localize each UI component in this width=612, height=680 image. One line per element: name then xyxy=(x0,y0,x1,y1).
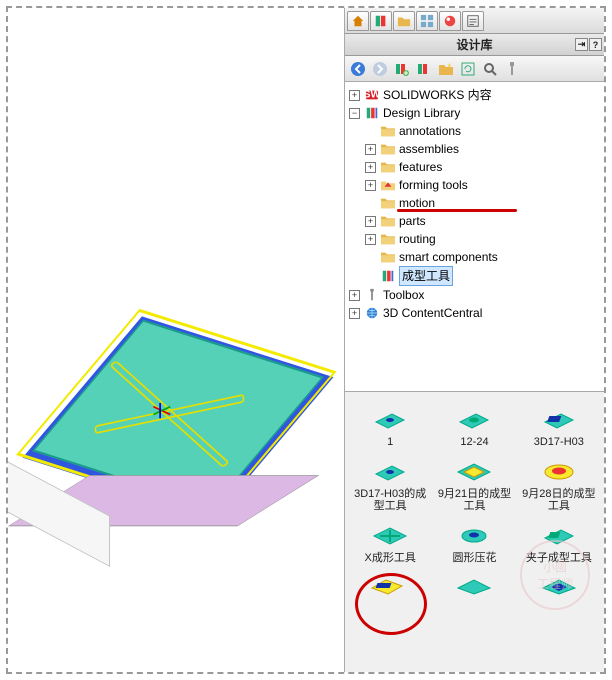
forward-button[interactable] xyxy=(371,60,389,78)
tree-node-annotations[interactable]: annotations xyxy=(347,122,602,140)
help-button[interactable]: ? xyxy=(589,38,602,51)
item-label: 9月21日的成型工具 xyxy=(435,488,513,512)
tree-node-assemblies[interactable]: +assemblies xyxy=(347,140,602,158)
item-thumb xyxy=(450,404,498,432)
folder-icon xyxy=(380,141,396,157)
library-item[interactable]: 圆形压花 xyxy=(433,518,515,566)
item-thumb xyxy=(535,404,583,432)
forming-icon xyxy=(380,177,396,193)
item-thumb xyxy=(535,572,583,600)
folder-icon xyxy=(380,123,396,139)
back-button[interactable] xyxy=(349,60,367,78)
tree-node-toolbox[interactable]: + Toolbox xyxy=(347,286,602,304)
library-item[interactable] xyxy=(433,570,515,606)
tree-node-solidworks-content[interactable]: + SW SOLIDWORKS 内容 xyxy=(347,86,602,104)
item-label: X成形工具 xyxy=(364,552,415,564)
item-label: 1 xyxy=(387,436,393,448)
tree-node-parts[interactable]: +parts xyxy=(347,212,602,230)
library-item[interactable]: 夹子成型工具 xyxy=(518,518,600,566)
tree-node-3dcc[interactable]: + 3D ContentCentral xyxy=(347,304,602,322)
tab-view-palette[interactable] xyxy=(416,11,438,31)
expand-icon[interactable]: + xyxy=(365,216,376,227)
item-label: 3D17-H03 xyxy=(534,436,584,448)
expand-icon[interactable]: + xyxy=(365,144,376,155)
tab-file-explorer[interactable] xyxy=(393,11,415,31)
library-toolbar xyxy=(345,56,604,82)
add-folder-button[interactable] xyxy=(415,60,433,78)
expand-icon[interactable]: + xyxy=(349,290,360,301)
tab-appearances[interactable] xyxy=(439,11,461,31)
item-label: 夹子成型工具 xyxy=(526,552,592,564)
expand-icon[interactable]: + xyxy=(365,234,376,245)
tree-node-routing[interactable]: +routing xyxy=(347,230,602,248)
tab-design-library[interactable] xyxy=(370,11,392,31)
item-thumb xyxy=(366,572,414,600)
library-icon xyxy=(380,268,396,284)
item-label: 圆形压花 xyxy=(452,552,496,564)
add-location-button[interactable] xyxy=(393,60,411,78)
item-label: 9月28日的成型工具 xyxy=(520,488,598,512)
item-thumb xyxy=(366,520,414,548)
tree-node-design-library[interactable]: − Design Library xyxy=(347,104,602,122)
svg-text:SW: SW xyxy=(365,89,379,101)
item-thumb xyxy=(535,456,583,484)
folder-icon xyxy=(380,213,396,229)
expand-icon[interactable]: + xyxy=(365,162,376,173)
tab-custom-props[interactable] xyxy=(462,11,484,31)
autohide-button[interactable]: ⇥ xyxy=(575,38,588,51)
library-item[interactable] xyxy=(518,570,600,606)
folder-icon xyxy=(380,159,396,175)
tree-node-features[interactable]: +features xyxy=(347,158,602,176)
refresh-button[interactable] xyxy=(459,60,477,78)
expand-icon[interactable]: + xyxy=(349,90,360,101)
tab-home[interactable] xyxy=(347,11,369,31)
item-label: 12-24 xyxy=(460,436,488,448)
toolbox-icon xyxy=(364,287,380,303)
task-pane: 设计库 ⇥ ? + SW SOLIDWORKS 内容 xyxy=(344,8,604,672)
new-folder-button[interactable] xyxy=(437,60,455,78)
item-thumb xyxy=(366,404,414,432)
folder-icon xyxy=(380,249,396,265)
library-item[interactable] xyxy=(349,570,431,606)
expand-icon[interactable]: + xyxy=(365,180,376,191)
library-icon xyxy=(364,105,380,121)
pane-title: 设计库 xyxy=(456,36,492,53)
expand-icon[interactable]: + xyxy=(349,308,360,319)
model-preview xyxy=(8,270,343,627)
library-tree[interactable]: + SW SOLIDWORKS 内容 − Design Library anno… xyxy=(345,82,604,392)
taskpane-tabs xyxy=(345,8,604,34)
item-thumb xyxy=(366,456,414,484)
graphics-viewport[interactable] xyxy=(8,8,343,672)
library-item[interactable]: 9月21日的成型工具 xyxy=(433,454,515,514)
toolbox-config-button[interactable] xyxy=(503,60,521,78)
collapse-icon[interactable]: − xyxy=(349,108,360,119)
sw-icon: SW xyxy=(364,87,380,103)
tree-node-forming-tools-cn[interactable]: 成型工具 xyxy=(347,266,602,286)
folder-icon xyxy=(380,195,396,211)
library-item[interactable]: 9月28日的成型工具 xyxy=(518,454,600,514)
tree-node-smart-components[interactable]: smart components xyxy=(347,248,602,266)
app-frame: 设计库 ⇥ ? + SW SOLIDWORKS 内容 xyxy=(6,6,606,674)
library-item[interactable]: 3D17-H03 xyxy=(518,402,600,450)
globe-icon xyxy=(364,305,380,321)
item-thumb xyxy=(450,520,498,548)
search-button[interactable] xyxy=(481,60,499,78)
folder-icon xyxy=(380,231,396,247)
pane-title-bar: 设计库 ⇥ ? xyxy=(345,34,604,56)
library-item[interactable]: 3D17-H03的成型工具 xyxy=(349,454,431,514)
tree-node-motion[interactable]: motion xyxy=(347,194,602,212)
library-item[interactable]: 12-24 xyxy=(433,402,515,450)
item-thumb xyxy=(450,572,498,600)
tree-node-forming-tools[interactable]: +forming tools xyxy=(347,176,602,194)
item-thumb xyxy=(535,520,583,548)
library-item[interactable]: 1 xyxy=(349,402,431,450)
library-content[interactable]: 1 12-24 3D17-H03 3D17-H03的成型工具9月21日的成型工具 9月2… xyxy=(345,392,604,672)
item-label: 3D17-H03的成型工具 xyxy=(351,488,429,512)
library-item[interactable]: X成形工具 xyxy=(349,518,431,566)
item-thumb xyxy=(450,456,498,484)
tree-selected-label: 成型工具 xyxy=(399,266,453,286)
